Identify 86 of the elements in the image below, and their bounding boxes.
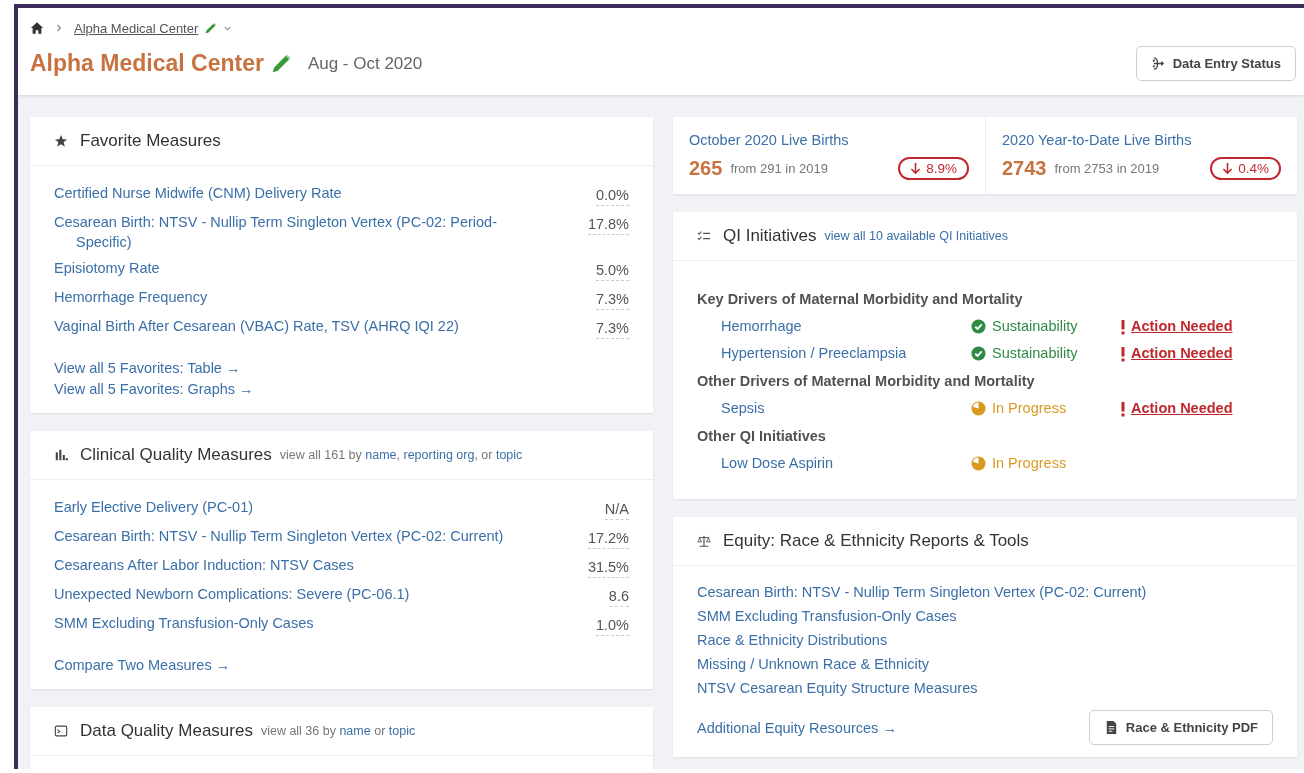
measure-link[interactable]: Cesareans After Labor Induction: NTSV Cases (54, 555, 354, 575)
checklist-icon (697, 229, 711, 243)
note-link[interactable]: topic (495, 448, 523, 462)
group-title: Other Drivers of Maternal Morbidity and Mortality (697, 372, 1036, 391)
measure-link[interactable]: SMM Excluding Transfusion-Only Cases (54, 613, 314, 633)
initiative-link[interactable]: Low Dose Aspirin (721, 450, 834, 477)
measure-link[interactable]: Cesarean Birth: NTSV - Nullip Term Singleton Vertex (PC-02: Period-Specific) (54, 212, 516, 252)
note-link[interactable]: topic (388, 724, 416, 738)
measure-link[interactable]: Cesarean Birth: NTSV - Nullip Term Singleton Vertex (PC-02: Current) (54, 526, 504, 546)
report-link[interactable]: Missing / Unknown Race & Ethnicity (697, 654, 930, 674)
measure-value: 1.0% (595, 615, 629, 636)
action-needed-link[interactable]: Action Needed (1131, 340, 1233, 367)
terminal-icon (54, 724, 68, 738)
chevron-right-icon (54, 23, 64, 33)
compare-link[interactable]: Compare Two Measures → (54, 657, 231, 673)
measure-value: 17.8% (587, 214, 629, 235)
report-link[interactable]: SMM Excluding Transfusion-Only Cases (697, 606, 957, 626)
note-link[interactable]: name (339, 724, 371, 738)
check-circle-icon (971, 346, 986, 361)
group-title: Key Drivers of Maternal Morbidity and Mortality (697, 290, 1024, 309)
measure-link[interactable]: Hemorrhage Frequency (54, 287, 208, 307)
scale-icon (697, 534, 711, 548)
measure-value: 5.0% (595, 260, 629, 281)
measure-value: 17.2% (587, 528, 629, 549)
report-link[interactable]: Cesarean Birth: NTSV - Nullip Term Singleton Vertex (PC-02: Current) (697, 582, 1147, 602)
pie-icon (971, 401, 986, 416)
breadcrumb-link[interactable]: Alpha Medical Center (74, 20, 199, 36)
home-icon[interactable] (30, 21, 44, 35)
group-title: Other QI Initiatives (697, 427, 827, 446)
stat-comparison: from 2753 in 2019 (1054, 161, 1160, 176)
status-label: In Progress (971, 450, 1067, 477)
bar-chart-icon (54, 448, 68, 462)
view-all-link[interactable]: View all 5 Favorites: Graphs → (54, 381, 254, 397)
stat-title-link[interactable]: October 2020 Live Births (689, 132, 849, 148)
measure-value: 8.6 (608, 586, 629, 607)
pdf-button[interactable]: Race & Ethnicity PDF (1088, 710, 1273, 745)
action-needed-link[interactable]: Action Needed (1131, 313, 1233, 340)
star-icon (54, 134, 68, 148)
measure-value: 0.0% (595, 185, 629, 206)
exclamation-icon (1121, 400, 1125, 417)
status-label: Sustainability (971, 313, 1078, 340)
header-note: view all 36 by name or topic (260, 724, 416, 738)
arrow-down-icon (1222, 162, 1234, 175)
initiative-link[interactable]: Hemorrhage (721, 313, 802, 340)
card-title: Clinical Quality Measures (80, 445, 272, 465)
initiative-link[interactable]: Sepsis (721, 395, 765, 422)
card-title: Equity: Race & Ethnicity Reports & Tools (723, 531, 1029, 551)
header-note: view all 161 by name, reporting org, or topic (279, 448, 523, 462)
action-needed-link[interactable]: Action Needed (1131, 395, 1233, 422)
pie-icon (971, 456, 986, 471)
stat-value: 2743 (1002, 157, 1047, 180)
measure-link[interactable]: Certified Nurse Midwife (CNM) Delivery Rate (54, 183, 342, 203)
initiative-link[interactable]: Hypertension / Preeclampsia (721, 340, 907, 367)
stat-title-link[interactable]: 2020 Year-to-Date Live Births (1002, 132, 1192, 148)
measure-value: 31.5% (587, 557, 629, 578)
report-link[interactable]: NTSV Cesarean Equity Structure Measures (697, 678, 978, 698)
arrow-down-icon (910, 162, 922, 175)
measure-link[interactable]: Episiotomy Rate (54, 258, 160, 278)
change-badge: 0.4% (1210, 157, 1281, 180)
change-badge: 8.9% (898, 157, 969, 180)
period-label: Aug - Oct 2020 (307, 53, 423, 74)
stat-comparison: from 291 in 2019 (730, 161, 828, 176)
report-link[interactable]: Race & Ethnicity Distributions (697, 630, 888, 650)
flow-icon (1150, 56, 1166, 71)
measure-value: N/A (604, 499, 629, 520)
check-circle-icon (971, 319, 986, 334)
status-label: In Progress (971, 395, 1067, 422)
data-entry-status-button[interactable]: Data Entry Status (1135, 46, 1296, 81)
exclamation-icon (1121, 318, 1125, 335)
card-title: Favorite Measures (80, 131, 221, 151)
stat-value: 265 (689, 157, 723, 180)
page-title: Alpha Medical Center (30, 50, 264, 77)
status-label: Sustainability (971, 340, 1078, 367)
measure-value: 7.3% (595, 318, 629, 339)
view-all-link[interactable]: View all 5 Favorites: Table → (54, 360, 241, 376)
card-title: QI Initiatives (723, 226, 817, 246)
exclamation-icon (1121, 345, 1125, 362)
measure-link[interactable]: Early Elective Delivery (PC-01) (54, 497, 254, 517)
pencil-icon (204, 21, 218, 35)
measure-link[interactable]: Unexpected Newborn Complications: Severe (PC-06.1) (54, 584, 410, 604)
measure-link[interactable]: Vaginal Birth After Cesarean (VBAC) Rate, TSV (AHRQ IQI 22) (54, 316, 459, 336)
note-link[interactable]: name (365, 448, 397, 462)
measure-value: 7.3% (595, 289, 629, 310)
view-all-link[interactable]: view all 10 available QI Initiatives (824, 229, 1008, 243)
resources-link[interactable]: Additional Equity Resources → (697, 717, 897, 738)
card-title: Data Quality Measures (80, 721, 253, 741)
